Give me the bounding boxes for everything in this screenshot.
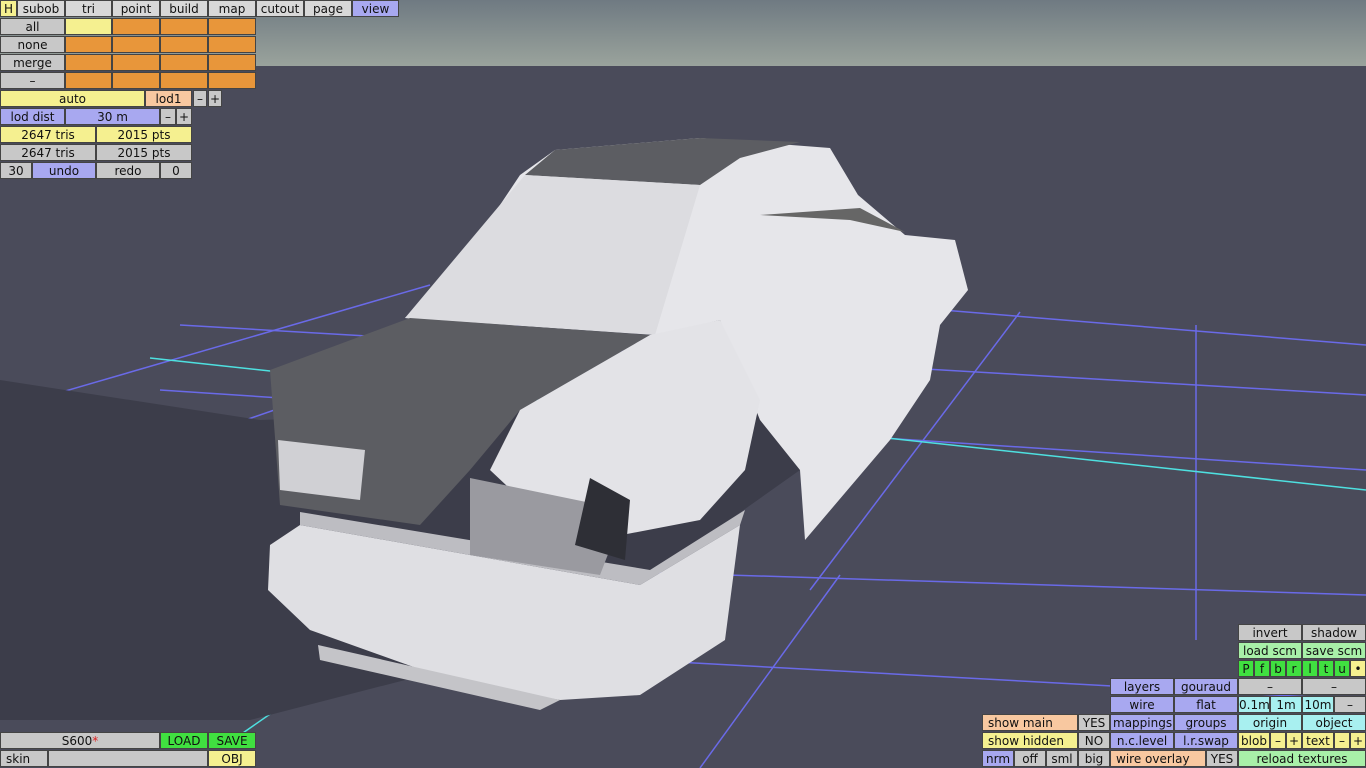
- layer-slot[interactable]: [112, 54, 160, 71]
- lod-dist-label: lod dist: [0, 108, 65, 125]
- lod-decrease-button[interactable]: –: [193, 90, 207, 107]
- menu-page[interactable]: page: [304, 0, 352, 17]
- redo-count: 0: [160, 162, 192, 179]
- menu-point[interactable]: point: [112, 0, 160, 17]
- layer-slot[interactable]: [160, 54, 208, 71]
- wire-overlay-value[interactable]: YES: [1206, 750, 1238, 767]
- load-scm-button[interactable]: load scm: [1238, 642, 1302, 659]
- view-under-button[interactable]: u: [1334, 660, 1350, 677]
- select-none-button[interactable]: none: [0, 36, 65, 53]
- view-front-button[interactable]: f: [1254, 660, 1270, 677]
- select-all-button[interactable]: all: [0, 18, 65, 35]
- skin-label: skin: [0, 750, 48, 767]
- layer-slot[interactable]: [160, 72, 208, 89]
- merge-button[interactable]: merge: [0, 54, 65, 71]
- 3d-viewport[interactable]: [0, 0, 1366, 768]
- layer-slot[interactable]: [208, 72, 256, 89]
- wire-overlay-toggle[interactable]: wire overlay: [1110, 750, 1206, 767]
- view-perspective-button[interactable]: P: [1238, 660, 1254, 677]
- text-decrease-button[interactable]: –: [1334, 732, 1350, 749]
- dash-button[interactable]: –: [0, 72, 65, 89]
- modified-indicator: *: [92, 734, 99, 748]
- normals-off-button[interactable]: off: [1014, 750, 1046, 767]
- nc-level-button[interactable]: n.c.level: [1110, 732, 1174, 749]
- menu-map[interactable]: map: [208, 0, 256, 17]
- help-button[interactable]: H: [0, 0, 17, 17]
- lod-dist-value[interactable]: 30 m: [65, 108, 160, 125]
- undo-count: 30: [0, 162, 32, 179]
- dash-button-2[interactable]: –: [1302, 678, 1366, 695]
- shadow-button[interactable]: shadow: [1302, 624, 1366, 641]
- grid-01m-button[interactable]: 0.1m: [1238, 696, 1270, 713]
- show-main-toggle[interactable]: show main: [982, 714, 1078, 731]
- flat-button[interactable]: flat: [1174, 696, 1238, 713]
- save-scm-button[interactable]: save scm: [1302, 642, 1366, 659]
- menu-view[interactable]: view: [352, 0, 399, 17]
- layer-slot[interactable]: [112, 72, 160, 89]
- layer-slot[interactable]: [208, 36, 256, 53]
- gouraud-button[interactable]: gouraud: [1174, 678, 1238, 695]
- menu-build[interactable]: build: [160, 0, 208, 17]
- normals-small-button[interactable]: sml: [1046, 750, 1078, 767]
- blob-button[interactable]: blob: [1238, 732, 1270, 749]
- show-hidden-value[interactable]: NO: [1078, 732, 1110, 749]
- layer-slot[interactable]: [160, 18, 208, 35]
- layer-slot[interactable]: [65, 54, 112, 71]
- grid-off-button[interactable]: –: [1334, 696, 1366, 713]
- layer-slot[interactable]: [208, 18, 256, 35]
- blob-increase-button[interactable]: +: [1286, 732, 1302, 749]
- tri-count-total: 2647 tris: [0, 144, 96, 161]
- layers-button[interactable]: layers: [1110, 678, 1174, 695]
- grid-10m-button[interactable]: 10m: [1302, 696, 1334, 713]
- layer-slot[interactable]: [65, 36, 112, 53]
- load-button[interactable]: LOAD: [160, 732, 208, 749]
- blob-decrease-button[interactable]: –: [1270, 732, 1286, 749]
- invert-button[interactable]: invert: [1238, 624, 1302, 641]
- view-left-button[interactable]: l: [1302, 660, 1318, 677]
- tri-count: 2647 tris: [0, 126, 96, 143]
- menu-subob[interactable]: subob: [17, 0, 65, 17]
- redo-button[interactable]: redo: [96, 162, 160, 179]
- menu-cutout[interactable]: cutout: [256, 0, 304, 17]
- layer-slot[interactable]: [65, 72, 112, 89]
- origin-button[interactable]: origin: [1238, 714, 1302, 731]
- show-hidden-toggle[interactable]: show hidden: [982, 732, 1078, 749]
- layer-slot[interactable]: [65, 18, 112, 35]
- text-button[interactable]: text: [1302, 732, 1334, 749]
- menu-tri[interactable]: tri: [65, 0, 112, 17]
- lod-increase-button[interactable]: +: [208, 90, 222, 107]
- layer-slot[interactable]: [112, 18, 160, 35]
- view-back-button[interactable]: b: [1270, 660, 1286, 677]
- obj-button[interactable]: OBJ: [208, 750, 256, 767]
- reload-textures-button[interactable]: reload textures: [1238, 750, 1366, 767]
- skin-field[interactable]: [48, 750, 208, 767]
- lod-dist-increase-button[interactable]: +: [176, 108, 192, 125]
- layer-slot[interactable]: [208, 54, 256, 71]
- text-increase-button[interactable]: +: [1350, 732, 1366, 749]
- dash-button-1[interactable]: –: [1238, 678, 1302, 695]
- normals-big-button[interactable]: big: [1078, 750, 1110, 767]
- point-count-total: 2015 pts: [96, 144, 192, 161]
- layer-slot[interactable]: [160, 36, 208, 53]
- show-main-value[interactable]: YES: [1078, 714, 1110, 731]
- save-button[interactable]: SAVE: [208, 732, 256, 749]
- point-count: 2015 pts: [96, 126, 192, 143]
- lod-auto-button[interactable]: auto: [0, 90, 145, 107]
- view-dot-button[interactable]: •: [1350, 660, 1366, 677]
- object-button[interactable]: object: [1302, 714, 1366, 731]
- view-right-button[interactable]: r: [1286, 660, 1302, 677]
- normals-button[interactable]: nrm: [982, 750, 1014, 767]
- grid-1m-button[interactable]: 1m: [1270, 696, 1302, 713]
- wire-button[interactable]: wire: [1110, 696, 1174, 713]
- lod-level-button[interactable]: lod1: [145, 90, 192, 107]
- mappings-button[interactable]: mappings: [1110, 714, 1174, 731]
- undo-button[interactable]: undo: [32, 162, 96, 179]
- groups-button[interactable]: groups: [1174, 714, 1238, 731]
- lr-swap-button[interactable]: l.r.swap: [1174, 732, 1238, 749]
- layer-slot[interactable]: [112, 36, 160, 53]
- file-name: S600: [61, 734, 93, 748]
- lod-dist-decrease-button[interactable]: –: [160, 108, 176, 125]
- view-top-button[interactable]: t: [1318, 660, 1334, 677]
- file-name-field[interactable]: S600*: [0, 732, 160, 749]
